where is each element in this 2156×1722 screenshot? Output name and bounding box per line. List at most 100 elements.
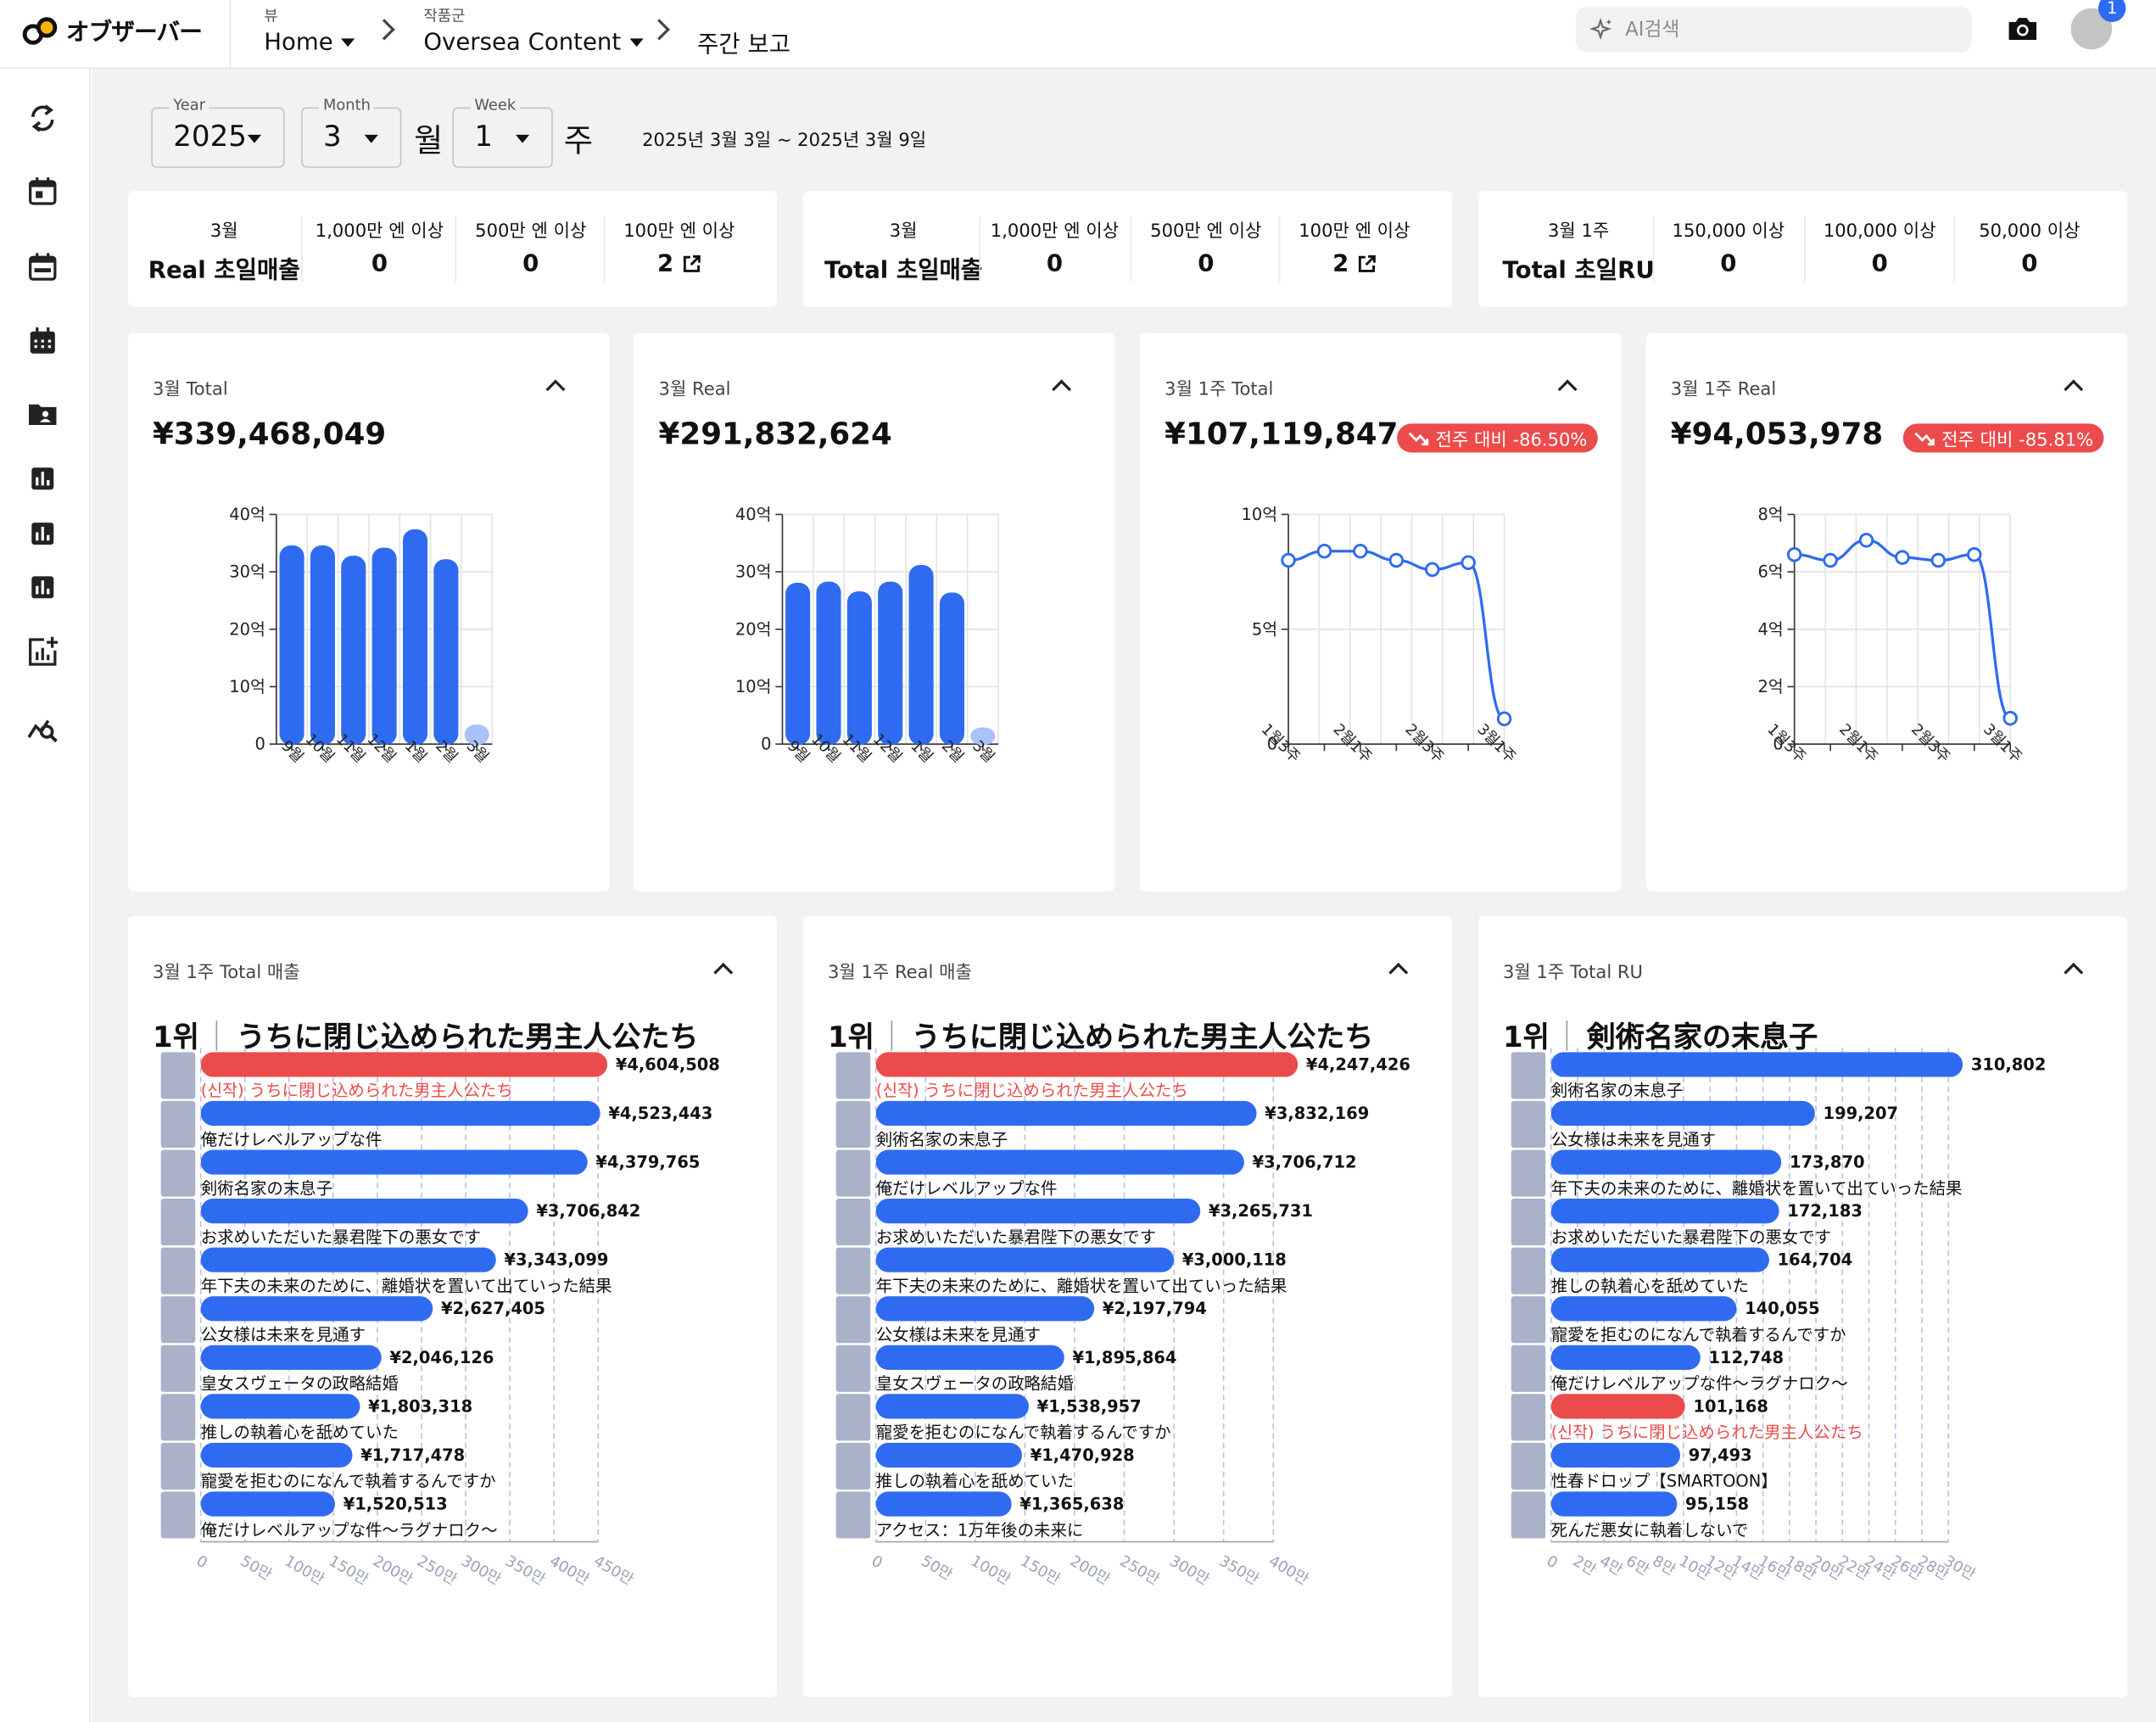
camera-icon[interactable] [2006,14,2039,44]
bar-chart-icon[interactable] [26,571,59,604]
caret-down-icon [364,134,378,143]
collapse-icon[interactable] [2064,379,2084,400]
kpi-cell-value: 2 [657,250,674,278]
search-input[interactable] [1625,18,1942,41]
x-tick-label: 3월 [463,737,492,766]
y-tick-label: 40억 [229,505,265,524]
calendar-week-icon[interactable] [26,250,59,283]
kpi-cell-label: 500만 엔 이상 [475,221,587,243]
external-link-icon[interactable] [682,254,701,274]
calendar-day-icon[interactable] [26,175,59,208]
y-tick-label: 0 [761,735,771,754]
chart-search-icon[interactable] [26,711,59,744]
view-caption: 뷰 [264,7,278,25]
view-selector[interactable]: 뷰 Home [264,4,355,57]
change-badge: 전주 대비 -85.81% [1902,423,2105,453]
bar [200,1491,336,1517]
view-value: Home [264,29,333,57]
content-group-selector[interactable]: 작품군 Oversea Content [423,4,644,56]
month-label: Month [319,96,375,115]
notification-badge[interactable]: 1 [2097,0,2126,22]
bar [1550,1296,1737,1322]
data-point [1786,547,1802,562]
x-tick-label: 3월1주 [1980,720,2025,766]
week-select[interactable]: Week 1 [452,96,553,168]
year-select[interactable]: Year 2025 [151,96,285,168]
refresh-icon[interactable] [26,102,59,135]
value-label: ¥4,379,765 [595,1153,700,1172]
y-tick-label: 6억 [1757,562,1783,582]
change-badge: 전주 대비 -86.50% [1397,423,1599,453]
folder-user-icon[interactable] [26,398,59,431]
main-content: Year 2025 Month 3 월 Week 1 주 2025년 3월 3일… [92,69,2156,1722]
cover-thumbnail [160,1100,196,1149]
y-tick-label: 0 [255,735,265,754]
kpi-cell-value: 0 [522,250,539,278]
x-tick-label: 2월1주 [1330,720,1376,766]
chart-add-icon[interactable] [26,635,59,668]
data-point [1930,552,1947,568]
item-label: 年下夫の未来のために、離婚状を置いて出ていった結果 [876,1276,1287,1295]
kpi-title: 3월 Real 초일매출 [142,216,307,285]
collapse-icon[interactable] [713,962,734,982]
collapse-icon[interactable] [2064,962,2084,982]
kpi-cell-value: 0 [371,250,388,278]
collapse-icon[interactable] [1388,962,1409,982]
value-label: 199,207 [1824,1104,1899,1123]
cover-thumbnail [1511,1149,1546,1197]
calendar-month-icon[interactable] [26,325,59,358]
ai-search-box[interactable] [1575,7,1972,53]
x-tick-label: 1월 [907,737,936,766]
collapse-icon[interactable] [1557,379,1578,400]
kpi-cell: 100만 엔 이상 2 [1279,216,1430,277]
bar [200,1442,353,1468]
cover-thumbnail [835,1345,871,1392]
bar [875,1442,1022,1468]
bar [875,1247,1175,1272]
bar-chart-icon[interactable] [26,517,59,551]
card-title: 3월 1주 Total 매출 [152,962,300,984]
external-link-icon[interactable] [1357,254,1377,274]
cover-thumbnail [160,1491,196,1539]
y-tick-label: 30억 [229,562,265,582]
collapse-icon[interactable] [1052,379,1072,400]
x-tick-label: 2월 [938,737,967,766]
sparkle-icon [1589,17,1612,40]
bar [200,1199,528,1224]
kpi-title-line2: Total 초일매출 [824,257,983,285]
kpi-cell: 150,000 이상 0 [1653,216,1804,278]
value-label: 173,870 [1790,1153,1865,1172]
total-ru-ranking-chart: 0 2만4만6만8만10만12만14만16만18만20만22만24만26만28만3… [1511,1048,2046,1584]
bar [875,1296,1095,1322]
value-label: ¥3,265,731 [1209,1201,1313,1221]
bar [875,1345,1064,1370]
kpi-cell: 100,000 이상 0 [1804,216,1955,277]
card-title: 3월 1주 Total RU [1502,962,1643,984]
bar [341,556,366,745]
month-select[interactable]: Month 3 [301,96,402,168]
bar-chart-icon[interactable] [26,462,59,495]
value-label: 112,748 [1709,1348,1785,1367]
x-tick-label: 150만 [326,1552,371,1589]
x-tick-label: 100만 [282,1552,327,1589]
data-point [2002,710,2018,726]
x-tick-label: 3월1주 [1473,720,1519,766]
cover-thumbnail [160,1052,196,1099]
year-label: Year [169,96,209,115]
collapse-icon[interactable] [545,379,566,400]
bar [1550,1442,1680,1468]
kpi-cell-value: 0 [1720,250,1737,278]
card-value: ¥94,053,978 [1670,417,1884,453]
real-sales-ranking-chart: 0 50만 100만 150만 200만 250만 300만 350만 400만 ¥4,247,4… [835,1048,1410,1589]
bar [200,1394,360,1419]
item-label: 死んだ悪女に執着しないで [1551,1520,1749,1540]
x-tick-label: 350만 [502,1552,548,1589]
chevron-right-icon [373,19,395,41]
kpi-title-line2: Total 초일RU [1502,257,1655,285]
logo[interactable]: オブザーバー [22,13,203,48]
y-tick-label: 30억 [735,562,772,582]
value-label: ¥1,803,318 [368,1396,472,1416]
kpi-cell: 1,000만 엔 이상 0 [304,216,455,278]
bar [1550,1100,1815,1127]
value-label: ¥2,046,126 [389,1348,494,1367]
